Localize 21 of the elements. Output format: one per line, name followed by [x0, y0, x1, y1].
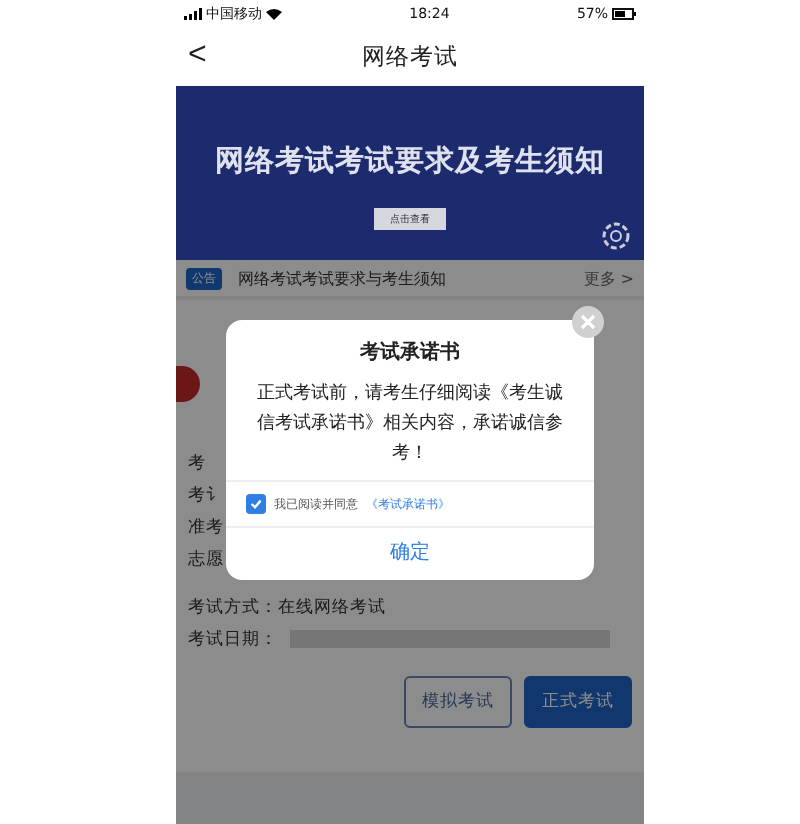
exam-date-label: 考试日期： — [188, 628, 278, 650]
more-link[interactable]: 更多 > — [583, 267, 634, 289]
formal-exam-button[interactable]: 正式考试 — [524, 676, 632, 728]
dialog-title: 考试承诺书 — [360, 339, 460, 366]
info-label: 志愿 — [188, 548, 224, 570]
wifi-icon — [266, 8, 282, 20]
back-button[interactable]: < — [188, 38, 207, 74]
confirm-button[interactable]: 确定 — [390, 528, 430, 580]
battery-icon — [612, 8, 636, 20]
info-label: 考讠 — [188, 484, 224, 506]
notice-text: 网络考试考试要求与考生须知 — [238, 267, 446, 289]
info-label: 考 — [188, 452, 206, 474]
banner-title: 网络考试考试要求及考生须知 — [215, 143, 605, 179]
dialog-message: 正式考试前，请考生仔细阅读《考生诚信考试承诺书》相关内容，承诺诚信参考！ — [255, 381, 565, 468]
exam-mode: 考试方式：在线网络考试 — [188, 596, 386, 618]
agree-checkbox[interactable] — [246, 494, 266, 514]
page-title: 网络考试 — [362, 42, 458, 72]
settings-icon[interactable] — [600, 220, 632, 252]
signal-icon — [184, 8, 202, 20]
info-label: 准考 — [188, 516, 224, 538]
mock-exam-button[interactable]: 模拟考试 — [404, 676, 512, 728]
